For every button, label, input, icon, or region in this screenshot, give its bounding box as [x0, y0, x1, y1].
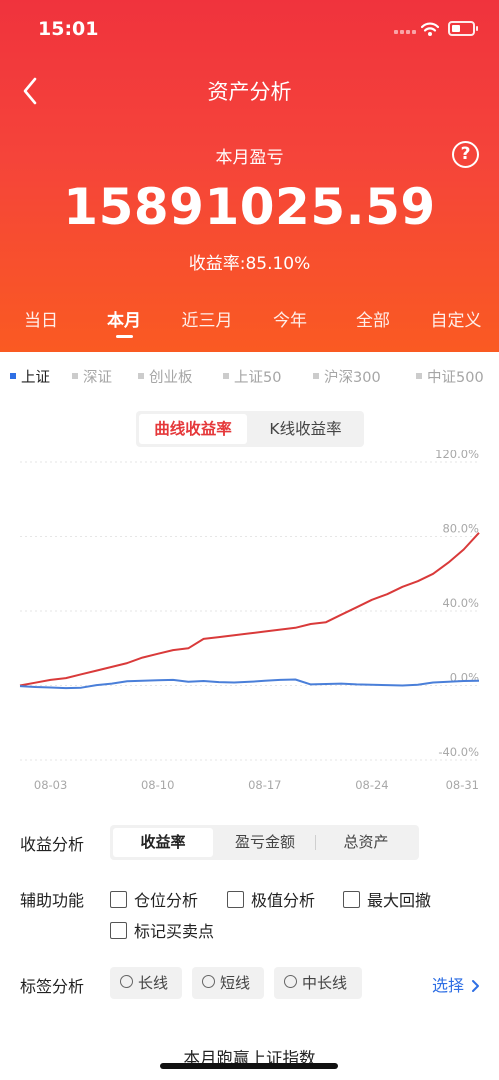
analysis-rate[interactable]: 收益率 — [113, 828, 213, 857]
radio-icon — [202, 975, 215, 988]
tab-period-all[interactable]: 全部 — [356, 306, 390, 331]
checkbox-max-drawdown[interactable]: 最大回撤 — [343, 887, 431, 911]
index-selector: 上证 深证 创业板 上证50 沪深300 中证500 — [0, 366, 499, 390]
checkbox-icon — [343, 891, 360, 908]
index-sz[interactable]: 深证 — [72, 366, 112, 387]
checkbox-icon — [227, 891, 244, 908]
analysis-label: 收益分析 — [20, 835, 85, 854]
signal-icon — [394, 30, 416, 34]
chart-mode-kline[interactable]: K线收益率 — [250, 414, 361, 444]
checkbox-icon — [110, 922, 127, 939]
tab-period-year[interactable]: 今年 — [273, 306, 307, 331]
active-tab-indicator — [116, 335, 133, 338]
analysis-toggle: 收益率 盈亏金额 总资产 — [110, 825, 419, 860]
index-hs300[interactable]: 沪深300 — [313, 366, 381, 387]
page-title: 资产分析 — [207, 80, 292, 104]
tab-period-3months[interactable]: 近三月 — [182, 306, 233, 331]
tags-select-link[interactable]: 选择 — [432, 972, 480, 996]
index-sh[interactable]: 上证 — [10, 366, 50, 387]
portfolio-return-line — [19, 532, 480, 687]
tab-period-today[interactable]: 当日 — [24, 306, 58, 331]
tag-long[interactable]: 长线 — [110, 967, 182, 999]
wifi-icon — [421, 22, 439, 36]
x-tick-label: 08-03 — [34, 778, 67, 792]
y-tick-label: 40.0% — [442, 596, 479, 610]
aux-label: 辅助功能 — [20, 891, 85, 910]
y-tick-label: 80.0% — [442, 522, 479, 536]
x-tick-label: 08-24 — [355, 778, 388, 792]
x-tick-label: 08-10 — [141, 778, 174, 792]
tab-period-month[interactable]: 本月 — [107, 306, 141, 331]
index-return-line — [19, 678, 480, 690]
status-time: 15:01 — [38, 18, 99, 40]
profit-rate: 收益率:85.10% — [188, 254, 311, 274]
battery-icon — [448, 21, 478, 36]
chart-mode-curve[interactable]: 曲线收益率 — [139, 414, 247, 444]
checkbox-mark-trades[interactable]: 标记买卖点 — [110, 918, 214, 942]
index-sz50[interactable]: 上证50 — [223, 366, 281, 387]
checkbox-extreme-analysis[interactable]: 极值分析 — [227, 887, 315, 911]
help-icon[interactable]: ? — [452, 141, 479, 168]
checkbox-icon — [110, 891, 127, 908]
x-tick-label: 08-31 — [446, 778, 479, 792]
y-tick-label: 120.0% — [435, 450, 479, 461]
return-chart: 120.0%80.0%40.0%0.0%-40.0%08-03 08-10 08-1… — [19, 450, 480, 792]
status-bar: 15:01 — [0, 0, 499, 60]
tab-period-custom[interactable]: 自定义 — [431, 306, 482, 331]
radio-icon — [120, 975, 133, 988]
tag-mid-long[interactable]: 中长线 — [274, 967, 362, 999]
chevron-right-icon — [472, 979, 480, 992]
radio-icon — [284, 975, 297, 988]
checkbox-position-analysis[interactable]: 仓位分析 — [110, 887, 198, 911]
header: 15:01 资产分析 本月盈亏 ? 15891025.59 收益率:85.10%… — [0, 0, 499, 352]
profit-amount: 15891025.59 — [63, 178, 436, 236]
tags-label: 标签分析 — [20, 977, 85, 996]
y-tick-label: -40.0% — [438, 745, 479, 759]
chart-mode-toggle: 曲线收益率 K线收益率 — [136, 411, 364, 447]
index-cyb[interactable]: 创业板 — [138, 366, 193, 387]
analysis-total-assets[interactable]: 总资产 — [316, 828, 416, 857]
period-tabs: 当日 本月 近三月 今年 全部 自定义 — [0, 306, 499, 346]
home-indicator — [160, 1063, 338, 1069]
analysis-pnl[interactable]: 盈亏金额 — [215, 828, 315, 857]
tag-short[interactable]: 短线 — [192, 967, 264, 999]
index-zz500[interactable]: 中证500 — [416, 366, 484, 387]
summary-label: 本月盈亏 — [215, 148, 284, 168]
x-tick-label: 08-17 — [248, 778, 281, 792]
